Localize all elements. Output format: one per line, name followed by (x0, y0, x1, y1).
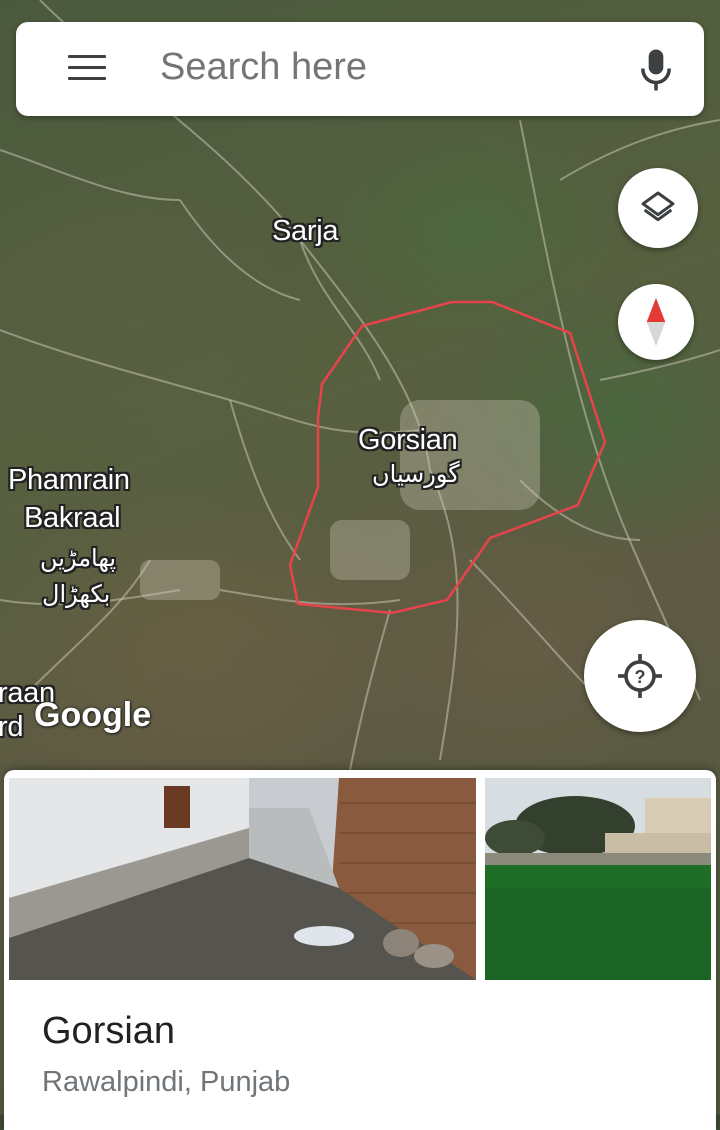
street-photo[interactable] (9, 778, 476, 980)
map-label-gorsian-urdu: گورسیاں (372, 461, 460, 488)
map-label-bakraal[interactable]: Bakraal (24, 502, 121, 535)
compass-icon (646, 297, 666, 347)
map-label-phamrain[interactable]: Phamrain (8, 464, 130, 497)
microphone-icon[interactable] (638, 48, 674, 92)
layers-button[interactable] (618, 168, 698, 248)
compass-button[interactable] (618, 284, 694, 360)
field-photo[interactable] (485, 778, 711, 980)
svg-text:?: ? (635, 667, 646, 687)
layers-icon (641, 191, 675, 222)
map-label-sarja[interactable]: Sarja (272, 215, 339, 248)
google-logo: Google (34, 696, 152, 734)
map-label-phamrain-urdu: پھامڑیں (40, 545, 117, 572)
place-title: Gorsian (42, 1010, 176, 1052)
place-subtitle: Rawalpindi, Punjab (42, 1066, 291, 1098)
my-location-button[interactable]: ? (584, 620, 696, 732)
place-bottom-sheet[interactable]: Gorsian Rawalpindi, Punjab (4, 770, 716, 1130)
search-input[interactable]: Search here (160, 46, 367, 89)
menu-icon[interactable] (68, 55, 106, 83)
my-location-icon: ? (618, 654, 662, 698)
search-bar[interactable]: Search here (16, 22, 704, 116)
map-label-bakraal-urdu: بکھڑال (42, 581, 111, 608)
map-label-cut-2: rd (0, 711, 24, 743)
map-label-gorsian[interactable]: Gorsian (358, 424, 458, 457)
